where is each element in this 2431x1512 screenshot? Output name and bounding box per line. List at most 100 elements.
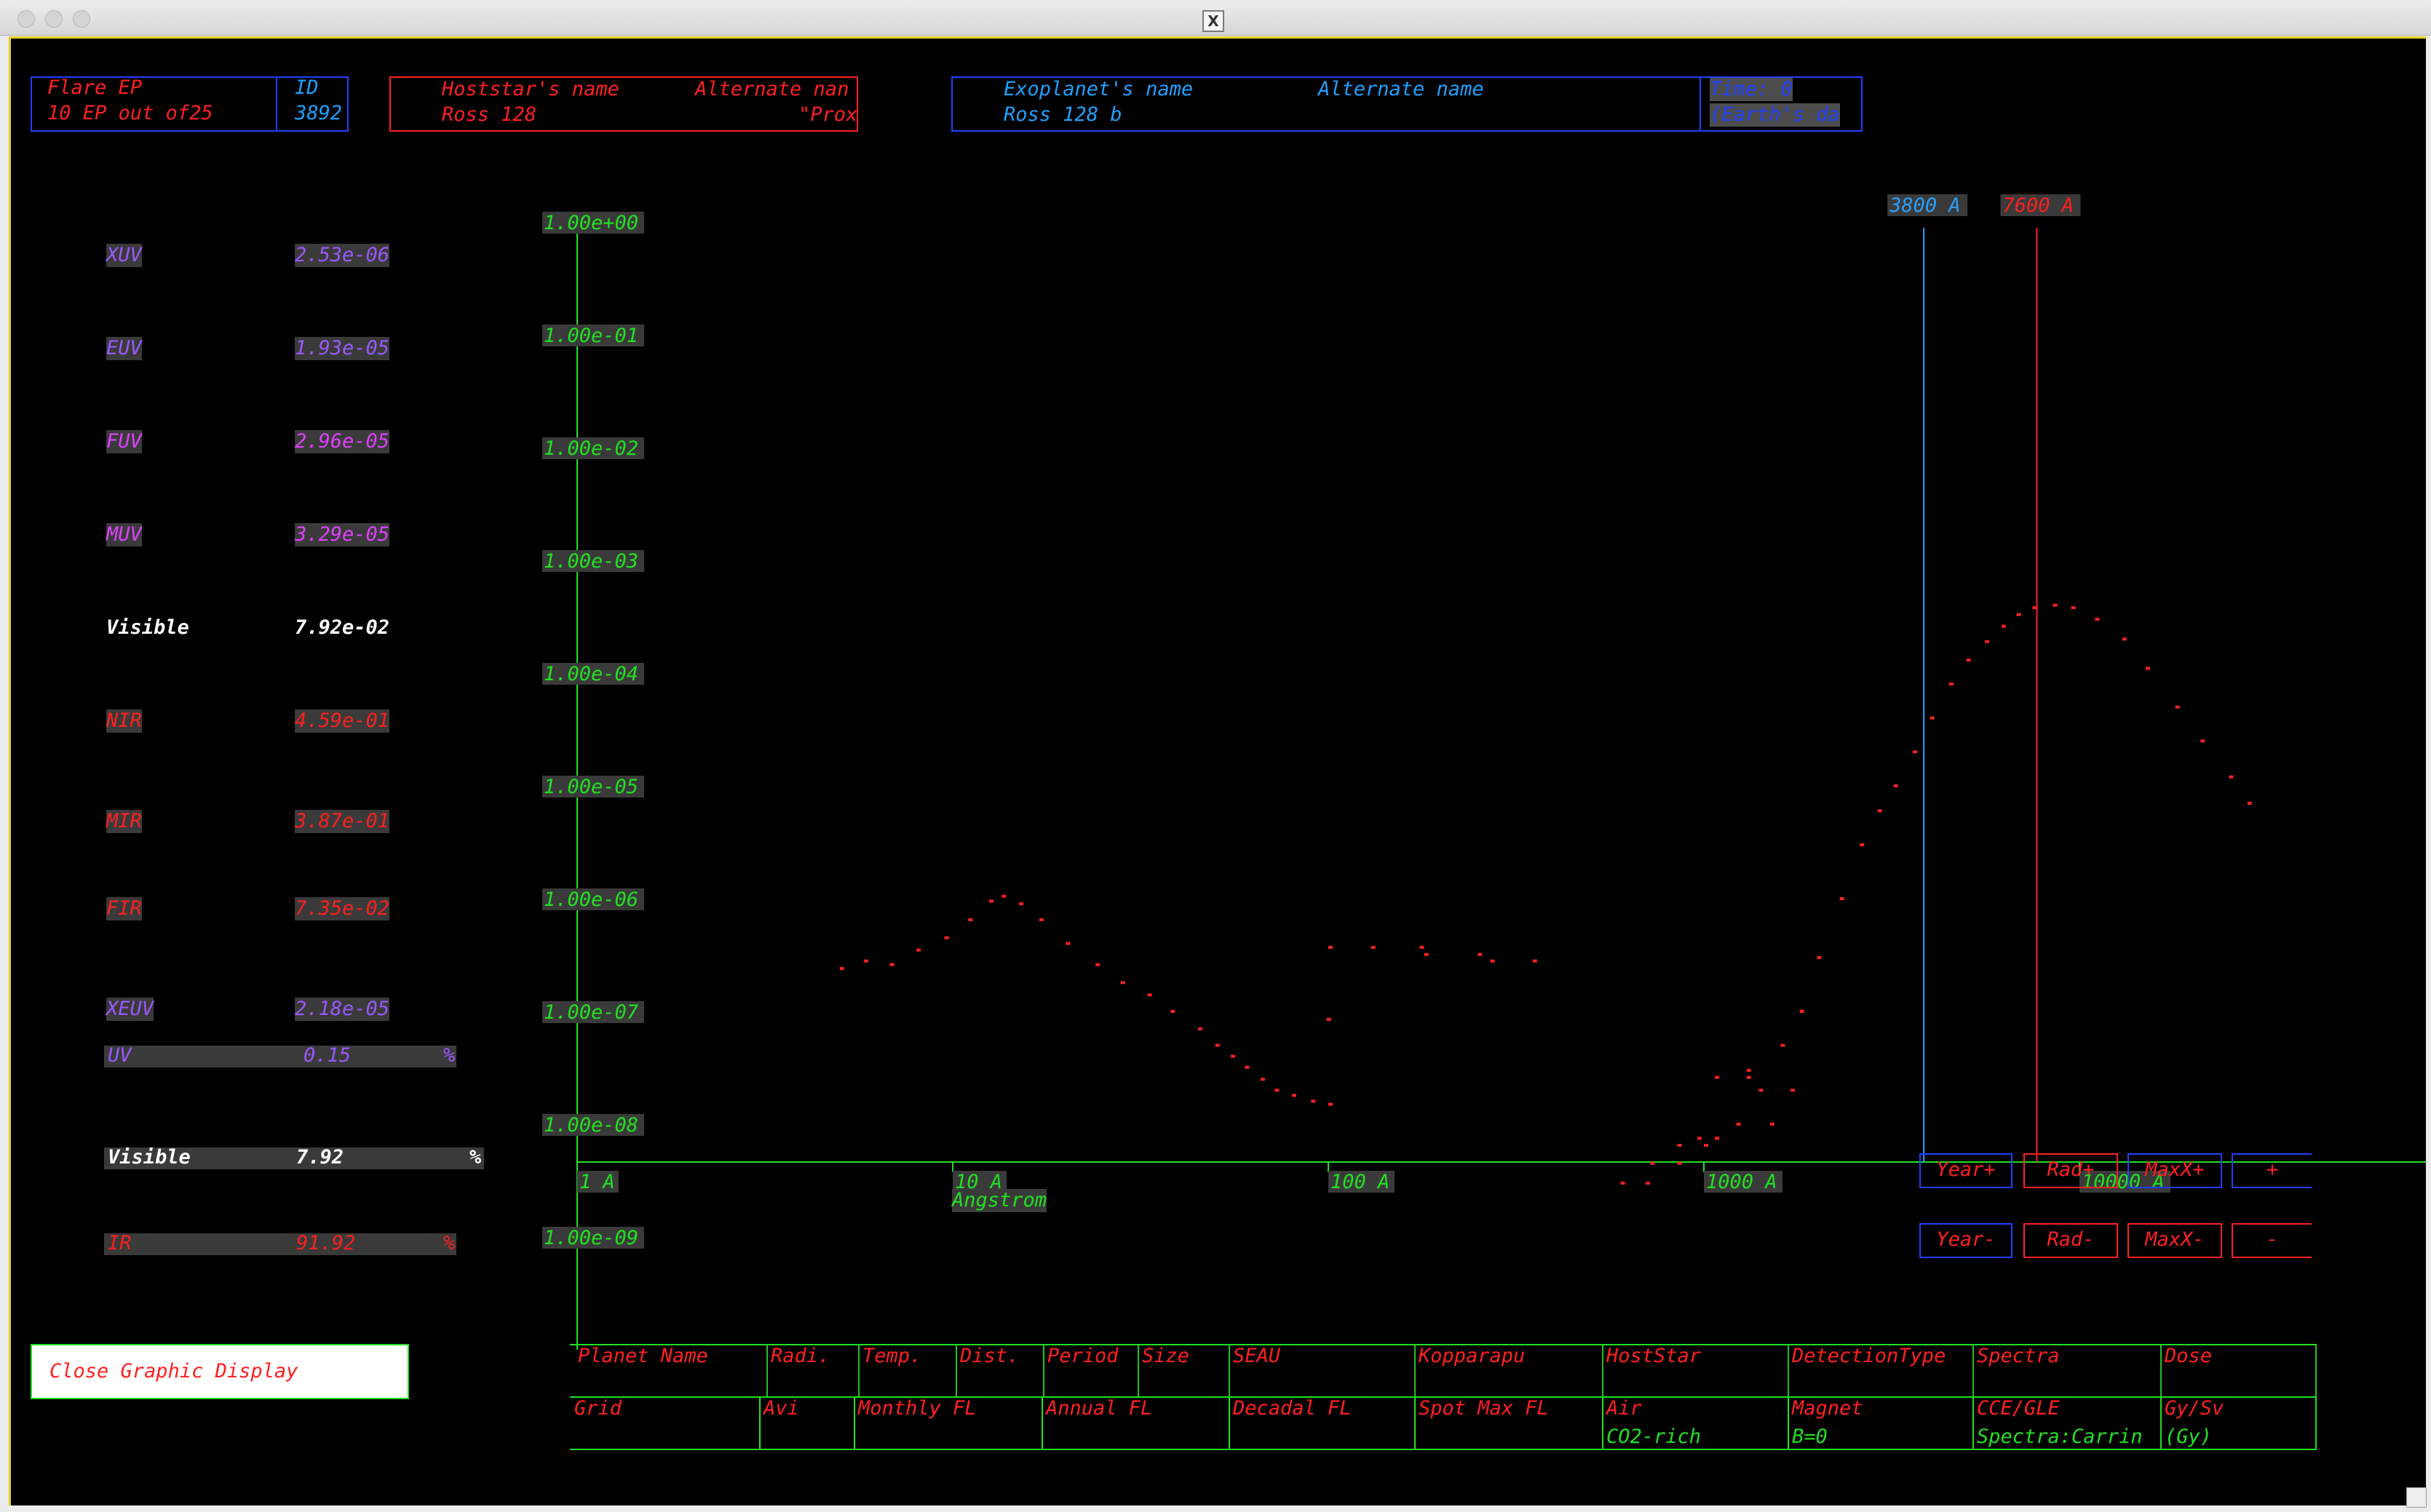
option-cell-temp-[interactable]: Temp.	[860, 1345, 957, 1396]
control-button-maxx-minus[interactable]: MaxX-	[2127, 1223, 2222, 1258]
spectrum-point	[1930, 716, 1935, 720]
spectrum-point	[1893, 784, 1898, 787]
spectrum-point	[1066, 942, 1071, 945]
wavelength-marker-label: 7600 A	[2002, 194, 2074, 217]
spectrum-point	[1780, 1043, 1785, 1047]
spectrum-point	[1120, 981, 1125, 984]
control-button-rad-minus[interactable]: Rad-	[2023, 1223, 2118, 1258]
wavelength-marker-label: 3800 A	[1889, 194, 1961, 217]
spectrum-point	[2001, 624, 2006, 628]
option-cell-monthly-fl[interactable]: Monthly FL	[855, 1398, 1043, 1449]
spectrum-point	[1860, 843, 1865, 847]
spectrum-point	[2247, 802, 2252, 805]
spectrum-point	[1147, 993, 1152, 997]
spectrum-point	[1949, 683, 1954, 686]
option-cell-spot-max-fl[interactable]: Spot Max FL	[1416, 1398, 1603, 1449]
spectrum-point	[1758, 1089, 1764, 1092]
application-window: X Flare EP 10 EP out of25 ID 3892 Hostst…	[0, 0, 2431, 1512]
spectrum-point	[2032, 606, 2037, 610]
spectrum-point	[1424, 952, 1429, 956]
control-button-rad-minusplus[interactable]: Rad+	[2023, 1153, 2118, 1188]
spectrum-point	[1769, 1123, 1774, 1126]
spectrum-point	[2229, 775, 2234, 779]
control-button--minus[interactable]: -	[2232, 1223, 2312, 1258]
title-bar: X	[0, 0, 2431, 36]
option-subcell-co2-rich: CO2-rich	[1606, 1425, 1702, 1448]
x-tick-label: 1 A	[579, 1171, 615, 1193]
option-cell-detectiontype[interactable]: DetectionType	[1789, 1345, 1974, 1396]
option-cell-period[interactable]: Period	[1044, 1345, 1139, 1396]
spectrum-point	[1231, 1054, 1236, 1058]
option-cell-spectra[interactable]: Spectra	[1974, 1345, 2162, 1396]
spectrum-point	[989, 899, 994, 903]
option-cell-planet-name[interactable]: Planet Name	[575, 1345, 768, 1396]
spectrum-point	[1095, 963, 1101, 966]
spectrum-point	[1291, 1094, 1296, 1097]
spectrum-point	[1646, 1182, 1651, 1185]
spectrum-point	[1913, 750, 1918, 754]
spectrum-point	[1245, 1065, 1250, 1069]
option-cell-hoststar[interactable]: HostStar	[1603, 1345, 1789, 1396]
control-button-year-minusplus[interactable]: Year+	[1919, 1153, 2012, 1188]
zoom-window-icon[interactable]	[73, 10, 90, 28]
y-tick-label: 1.00e-01	[544, 325, 638, 347]
spectrum-point	[1746, 1075, 1751, 1079]
y-tick-label: 1.00e-09	[544, 1227, 638, 1249]
control-button-maxx-minusplus[interactable]: MaxX+	[2127, 1153, 2222, 1188]
spectrum-point	[1419, 945, 1424, 949]
spectrum-point	[1985, 640, 1990, 643]
spectrum-point	[1002, 894, 1007, 898]
option-cell-dist-[interactable]: Dist.	[957, 1345, 1044, 1396]
spectrum-point	[2016, 613, 2021, 616]
option-cell-size[interactable]: Size	[1139, 1345, 1230, 1396]
y-tick-label: 1.00e+00	[544, 212, 638, 234]
spectrum-point	[863, 959, 868, 963]
spectrum-point	[1311, 1099, 1316, 1103]
option-cell-radi-[interactable]: Radi.	[768, 1345, 860, 1396]
spectrum-point	[1839, 897, 1844, 900]
minimize-window-icon[interactable]	[45, 10, 63, 28]
close-window-icon[interactable]	[17, 10, 35, 28]
y-tick-label: 1.00e-02	[544, 437, 638, 460]
spectrum-point	[2071, 606, 2076, 610]
option-cell-seau[interactable]: SEAU	[1230, 1345, 1416, 1396]
y-tick-label: 1.00e-03	[544, 550, 638, 573]
x-tick-label: 1000 A	[1706, 1171, 1777, 1193]
resize-grip-icon[interactable]	[2406, 1487, 2427, 1508]
option-cell-decadal-fl[interactable]: Decadal FL	[1230, 1398, 1416, 1449]
spectrum-point	[1328, 1102, 1333, 1106]
spectrum-point	[1677, 1143, 1682, 1147]
spectrum-point	[1697, 1137, 1702, 1140]
spectrum-point	[1790, 1089, 1795, 1092]
spectrum-point	[1039, 918, 1044, 921]
spectrum-point	[1490, 959, 1495, 963]
y-tick-label: 1.00e-05	[544, 776, 638, 798]
x-tick-label: 100 A	[1330, 1171, 1389, 1193]
option-cell-annual-fl[interactable]: Annual FL	[1043, 1398, 1230, 1449]
spectrum-point	[1018, 902, 1023, 906]
option-cell-avi[interactable]: Avi	[761, 1398, 855, 1449]
control-button--minusplus[interactable]: +	[2232, 1153, 2312, 1188]
x-axis-label: Angstrom	[952, 1189, 1047, 1212]
graphic-display: Flare EP 10 EP out of25 ID 3892 Hoststar…	[9, 36, 2426, 1505]
spectrum-point	[1478, 952, 1483, 956]
spectrum-point	[1650, 1161, 1655, 1165]
spectrum-point	[968, 918, 973, 921]
option-subcell--gy-: (Gy)	[2165, 1425, 2213, 1448]
spectrum-point	[1877, 809, 1882, 813]
spectrum-point	[2175, 705, 2180, 709]
spectrum-chart: 1.00e+00 1.00e-01 1.00e-02 1.00e-03 1.00e-04…	[542, 194, 2426, 1350]
spectrum-point	[1532, 959, 1537, 963]
control-button-year-minus[interactable]: Year-	[1919, 1223, 2012, 1258]
option-subcell-b-0: B=0	[1792, 1425, 1828, 1448]
spectrum-point	[1736, 1123, 1741, 1126]
spectrum-point	[1677, 1161, 1682, 1165]
x11-icon: X	[1202, 10, 1224, 32]
spectrum-point	[944, 936, 949, 939]
option-cell-dose[interactable]: Dose	[2162, 1345, 2317, 1396]
y-tick-label: 1.00e-06	[544, 888, 638, 911]
spectrum-point	[1799, 1010, 1804, 1013]
spectrum-point	[1198, 1027, 1203, 1031]
option-cell-grid[interactable]: Grid	[571, 1398, 761, 1449]
option-cell-kopparapu[interactable]: Kopparapu	[1416, 1345, 1603, 1396]
